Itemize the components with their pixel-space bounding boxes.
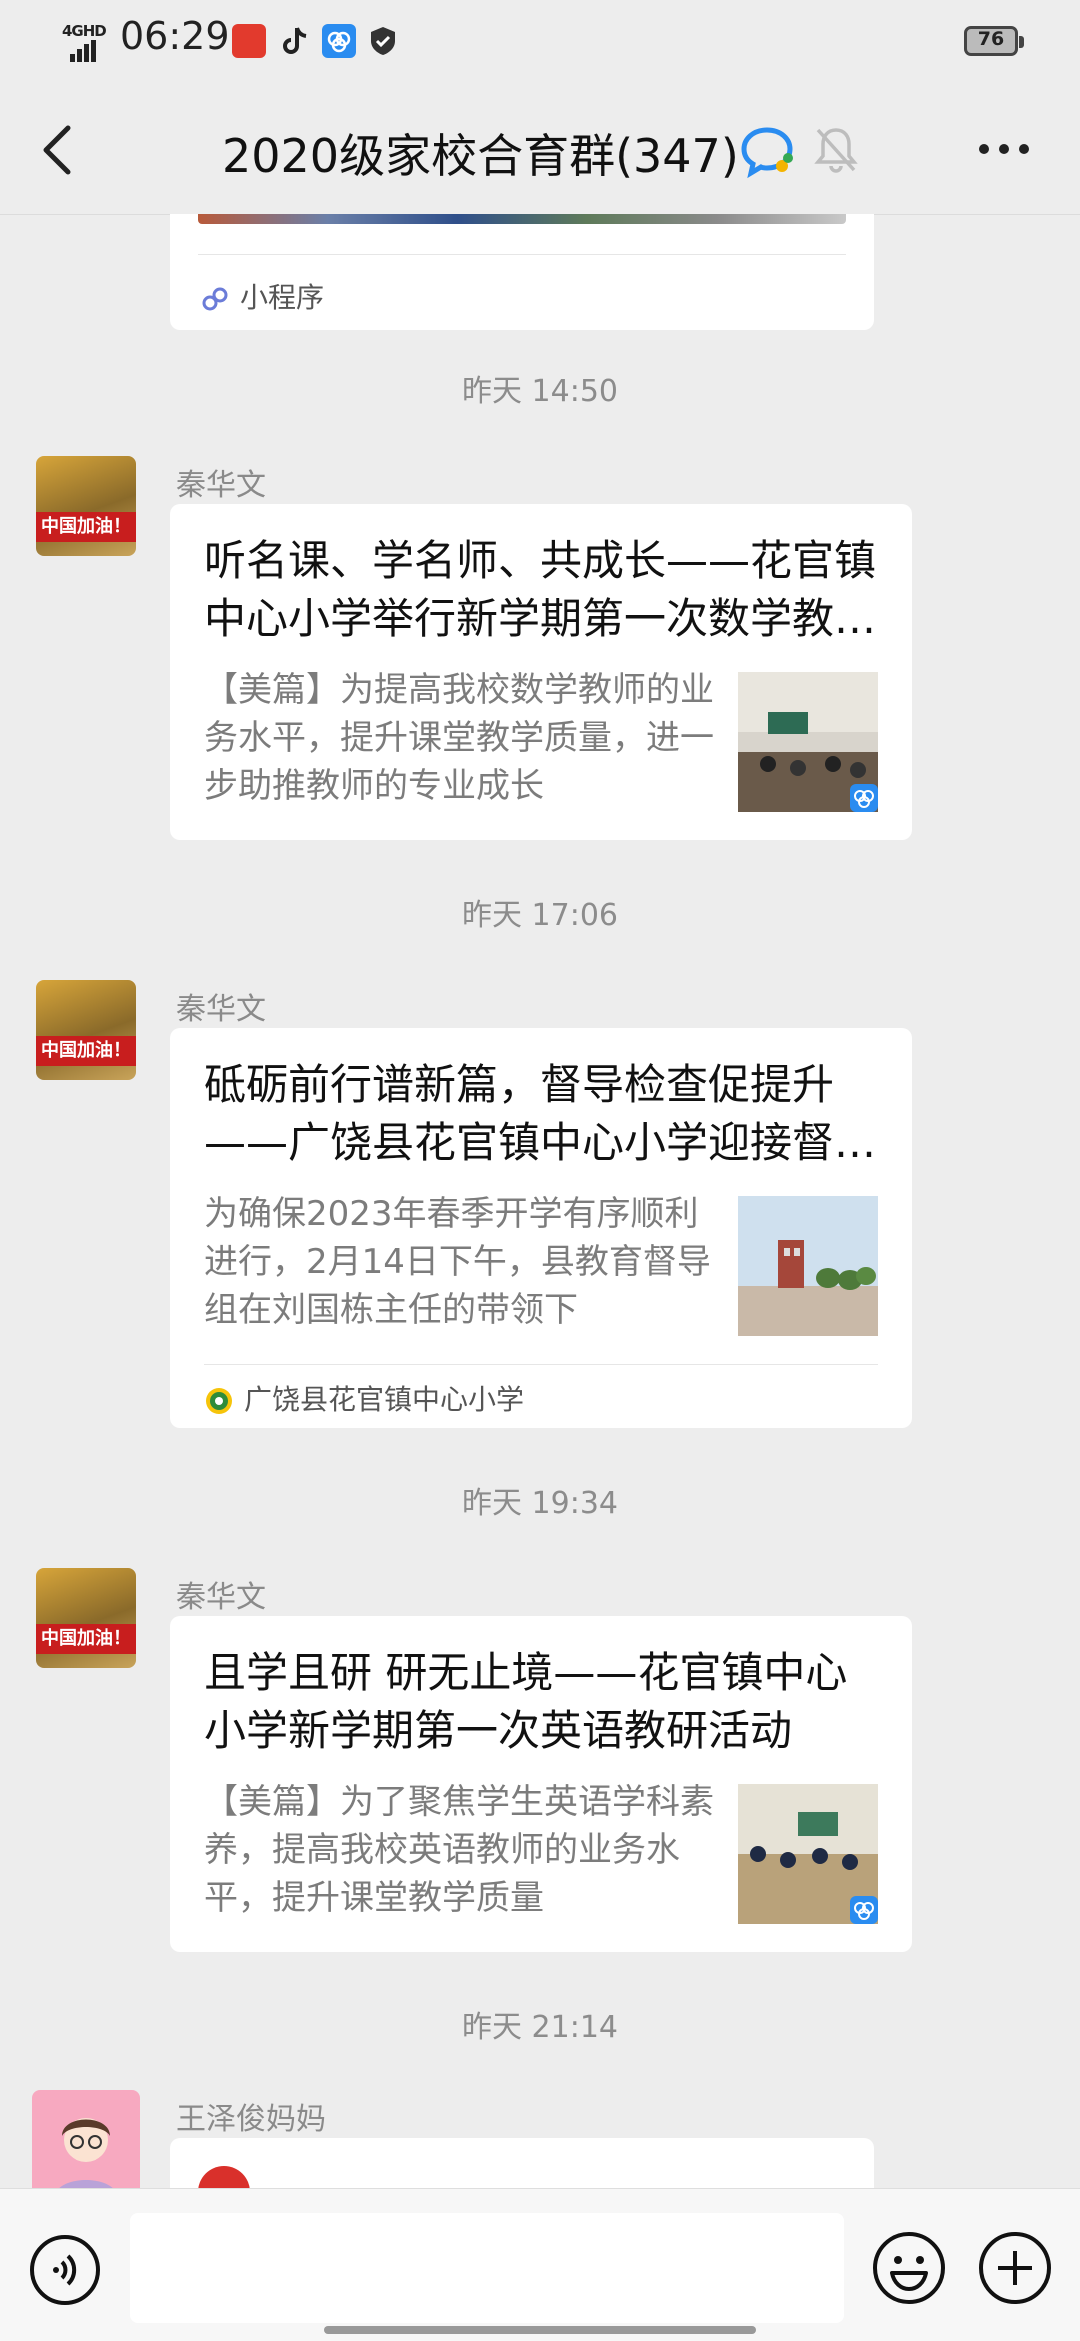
voice-icon [30,2235,100,2305]
more-functions-button[interactable] [976,2229,1054,2307]
meipian-icon [322,24,356,58]
avatar[interactable] [32,2090,140,2190]
article-thumbnail [738,672,878,812]
timestamp: 昨天 21:14 [462,2010,618,2045]
message-input[interactable] [130,2213,844,2323]
timestamp: 昨天 17:06 [462,898,618,933]
status-bar: 4GHD 06:29 76 [0,0,1080,86]
shield-icon [366,24,400,58]
sender-name: 王泽俊妈妈 [176,2102,326,2137]
tiktok-icon [278,24,312,58]
more-options-button[interactable] [974,134,1034,164]
emoji-button[interactable] [870,2229,948,2307]
battery-icon: 76 [964,26,1024,56]
plus-icon [979,2232,1051,2304]
card-divider [198,254,846,255]
status-time: 06:29 [120,14,230,58]
chat-header: 2020级家校合育群(347) [0,86,1080,215]
chat-messages[interactable]: 小程序 昨天 14:50 中国加油！ 秦华文 听名课、学名师、共成长——花官镇中… [0,214,1080,2190]
network-type: 4GHD [62,22,107,40]
news-app-icon [232,24,266,58]
article-description: 【美篇】为了聚焦学生英语学科素养，提高我校英语教师的业务水平，提升课堂教学质量 [204,1782,714,1918]
article-card[interactable]: 听名课、学名师、共成长——花官镇中心小学举行新学期第一次数学教研活动 【美篇】为… [170,504,912,840]
card-divider [204,1364,878,1365]
timestamp: 昨天 14:50 [462,374,618,409]
message-card[interactable] [170,2138,874,2190]
timestamp: 昨天 19:34 [462,1486,618,1521]
avatar-caption: 中国加油！ [36,512,136,542]
avatar-caption: 中国加油！ [36,1036,136,1066]
emoji-icon [873,2232,945,2304]
app-logo-icon [198,2166,250,2190]
sender-name: 秦华文 [176,1580,266,1615]
avatar-image [57,2118,115,2190]
article-thumbnail [738,1196,878,1336]
group-title: 2020级家校合育群(347) [222,129,739,183]
school-logo-icon [204,1386,234,1416]
article-thumbnail [738,1784,878,1924]
back-button[interactable] [30,120,90,180]
mini-program-label: 小程序 [200,276,324,316]
avatar[interactable]: 中国加油！ [36,1568,136,1668]
article-title: 听名课、学名师、共成长——花官镇中心小学举行新学期第一次数学教研活动 [204,536,877,643]
article-source: 广饶县花官镇中心小学 [204,1378,524,1418]
article-title: 且学且研 研无止境——花官镇中心小学新学期第一次英语教研活动 [204,1648,848,1755]
avatar[interactable]: 中国加油！ [36,980,136,1080]
mini-program-card[interactable]: 小程序 [170,214,874,330]
article-description: 为确保2023年春季开学有序顺利进行，2月14日下午，县教育督导组在刘国栋主任的… [204,1194,711,1330]
article-card[interactable]: 砥砺前行谱新篇，督导检查促提升——广饶县花官镇中心小学迎接督导检查 为确保202… [170,1028,912,1428]
mute-bell-icon [812,124,860,176]
sender-name: 秦华文 [176,468,266,503]
more-dots-icon [979,144,1029,154]
article-card[interactable]: 且学且研 研无止境——花官镇中心小学新学期第一次英语教研活动 【美篇】为了聚焦学… [170,1616,912,1952]
chevron-left-icon [43,125,71,175]
group-chat-icon [738,122,796,180]
article-title: 砥砺前行谱新篇，督导检查促提升——广饶县花官镇中心小学迎接督导检查 [204,1060,877,1167]
signal-icon [70,40,98,62]
avatar-caption: 中国加油！ [36,1624,136,1654]
mini-program-image [198,214,846,224]
home-indicator[interactable] [324,2326,756,2334]
article-description: 【美篇】为提高我校数学教师的业务水平，提升课堂教学质量，进一步助推教师的专业成长 [204,670,714,806]
voice-input-button[interactable] [28,2233,102,2307]
sender-name: 秦华文 [176,992,266,1027]
input-bar [0,2188,1080,2341]
mini-program-icon [200,284,230,314]
avatar[interactable]: 中国加油！ [36,456,136,556]
